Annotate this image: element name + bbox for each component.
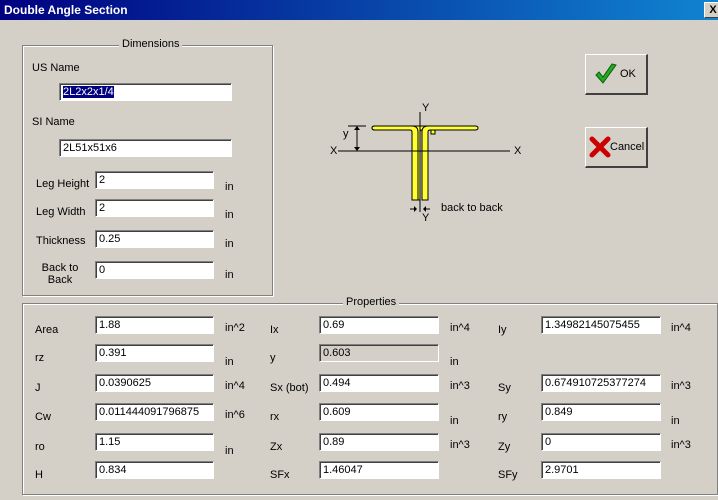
y-dimension-label: y bbox=[343, 128, 349, 140]
prop-value-field[interactable]: 0.0390625 bbox=[95, 374, 214, 392]
prop-label: Area bbox=[35, 324, 59, 336]
leg-width-label: Leg Width bbox=[36, 206, 86, 218]
thickness-unit: in bbox=[225, 238, 234, 250]
prop-label: rz bbox=[35, 352, 45, 364]
us-name-label: US Name bbox=[32, 62, 80, 74]
prop-unit: in bbox=[671, 415, 680, 427]
prop-unit: in^4 bbox=[225, 380, 245, 392]
leg-width-unit: in bbox=[225, 209, 234, 221]
prop-unit: in^3 bbox=[450, 380, 470, 392]
thickness-field[interactable]: 0.25 bbox=[95, 230, 214, 248]
prop-unit: in^4 bbox=[671, 322, 691, 334]
prop-unit: in^3 bbox=[671, 439, 691, 451]
si-name-field[interactable]: 2L51x51x6 bbox=[59, 139, 232, 157]
x-axis-label-right: X bbox=[514, 145, 522, 157]
back-to-back-field[interactable]: 0 bbox=[95, 261, 214, 279]
prop-label: H bbox=[35, 469, 43, 481]
prop-label: SFx bbox=[270, 469, 290, 481]
prop-value-field[interactable]: 0.674910725377274 bbox=[541, 374, 661, 392]
dialog-window: Double Angle Section X Dimensions US Nam… bbox=[0, 0, 718, 500]
prop-value-field[interactable]: 1.15 bbox=[95, 433, 214, 451]
prop-unit: in^6 bbox=[225, 409, 245, 421]
properties-group-title: Properties bbox=[343, 296, 400, 308]
leg-height-label: Leg Height bbox=[36, 178, 90, 190]
title-bar: Double Angle Section X bbox=[0, 0, 718, 20]
prop-label: Zy bbox=[498, 441, 511, 453]
prop-label: Cw bbox=[35, 411, 51, 423]
prop-unit: in bbox=[450, 415, 459, 427]
prop-label: ro bbox=[35, 441, 45, 453]
prop-value-field[interactable]: 0.609 bbox=[319, 403, 439, 421]
prop-value-field[interactable]: 0.89 bbox=[319, 433, 439, 451]
window-title: Double Angle Section bbox=[4, 3, 128, 17]
prop-value-field[interactable]: 0.603 bbox=[319, 344, 439, 362]
prop-value-field[interactable]: 2.9701 bbox=[541, 461, 661, 479]
prop-label: SFy bbox=[498, 469, 518, 481]
ok-button-label: OK bbox=[620, 68, 636, 80]
y-dimension bbox=[348, 125, 366, 151]
close-button[interactable]: X bbox=[704, 2, 718, 18]
prop-unit: in bbox=[450, 356, 459, 368]
prop-label: Ix bbox=[270, 324, 279, 336]
cancel-button-label: Cancel bbox=[610, 141, 645, 153]
us-name-field[interactable]: 2L2x2x1/4 bbox=[59, 83, 232, 101]
prop-unit: in bbox=[225, 445, 234, 457]
prop-label: Sy bbox=[498, 382, 511, 394]
y-axis-label-top: Y bbox=[422, 102, 430, 114]
leg-height-unit: in bbox=[225, 181, 234, 193]
y-axis-label-bottom: Y bbox=[422, 212, 430, 224]
leg-width-field[interactable]: 2 bbox=[95, 199, 214, 217]
prop-label: Zx bbox=[270, 441, 283, 453]
cancel-button[interactable]: Cancel bbox=[585, 127, 648, 168]
prop-label: ry bbox=[498, 411, 508, 423]
checkmark-icon bbox=[595, 63, 617, 84]
prop-value-field[interactable]: 0.834 bbox=[95, 461, 214, 479]
prop-unit: in^4 bbox=[450, 322, 470, 334]
cancel-x-icon bbox=[589, 136, 611, 158]
prop-value-field[interactable]: 0.69 bbox=[319, 316, 439, 334]
ok-button[interactable]: OK bbox=[585, 54, 648, 95]
prop-unit: in^3 bbox=[450, 439, 470, 451]
x-axis-label-left: X bbox=[330, 145, 338, 157]
prop-value-field[interactable]: 0.011444091796875 bbox=[95, 403, 214, 421]
back-to-back-diagram-label: back to back bbox=[441, 202, 503, 214]
thickness-label: Thickness bbox=[36, 235, 86, 247]
si-name-label: SI Name bbox=[32, 116, 75, 128]
prop-value-field[interactable]: 1.46047 bbox=[319, 461, 439, 479]
prop-value-field[interactable]: 1.88 bbox=[95, 316, 214, 334]
prop-value-field[interactable]: 0 bbox=[541, 433, 661, 451]
prop-unit: in^2 bbox=[225, 322, 245, 334]
prop-value-field[interactable]: 0.849 bbox=[541, 403, 661, 421]
prop-label: Sx (bot) bbox=[270, 382, 309, 394]
prop-value-field[interactable]: 0.391 bbox=[95, 344, 214, 362]
prop-unit: in^3 bbox=[671, 380, 691, 392]
prop-label: Iy bbox=[498, 324, 507, 336]
prop-label: y bbox=[270, 352, 276, 364]
prop-value-field[interactable]: 0.494 bbox=[319, 374, 439, 392]
leg-height-field[interactable]: 2 bbox=[95, 171, 214, 189]
prop-unit: in bbox=[225, 356, 234, 368]
dimensions-group-title: Dimensions bbox=[119, 38, 183, 50]
prop-label: J bbox=[35, 382, 41, 394]
prop-label: rx bbox=[270, 411, 280, 423]
double-angle-shape bbox=[371, 125, 479, 201]
us-name-value: 2L2x2x1/4 bbox=[63, 86, 114, 98]
back-to-back-label: Back to Back bbox=[41, 262, 79, 286]
back-to-back-unit: in bbox=[225, 269, 234, 281]
prop-value-field[interactable]: 1.34982145075455 bbox=[541, 316, 661, 334]
